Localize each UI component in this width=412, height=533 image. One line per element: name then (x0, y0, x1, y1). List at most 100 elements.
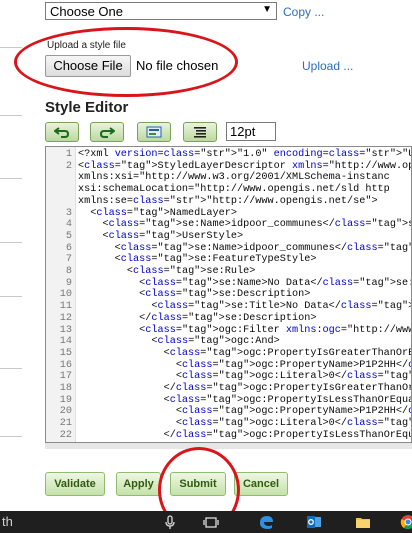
code-line[interactable]: 22 </class="tag">ogc:PropertyIsLessThanO… (46, 429, 412, 441)
code-line[interactable]: 14 <class="tag">ogc:And> (46, 336, 411, 348)
annotation-circle-upload (14, 27, 238, 97)
code-text: </class="tag">se:Description> (78, 312, 317, 324)
line-number: 11 (59, 301, 72, 313)
line-number: 9 (65, 277, 72, 289)
code-line[interactable]: 5 <class="tag">UserStyle> (46, 230, 411, 242)
code-line[interactable]: 11 <class="tag">se:Title>No Data</class=… (46, 301, 411, 313)
line-number: 4 (65, 219, 72, 231)
taskbar-search-text[interactable]: th (2, 514, 13, 529)
code-text: <class="tag">se:Name>idpoor_communes</cl… (78, 219, 411, 231)
editor-horizontal-scrollbar[interactable] (45, 443, 412, 449)
code-line[interactable]: 10 <class="tag">se:Description> (46, 289, 411, 301)
code-line[interactable]: 16 <class="tag">ogc:PropertyName>P1P2HH<… (46, 359, 411, 371)
gutter-divider (0, 47, 22, 48)
code-line[interactable]: 19 <class="tag">ogc:PropertyIsLessThanOr… (46, 394, 411, 406)
font-size-select[interactable]: 12pt ▼ (226, 122, 276, 156)
line-number: 10 (59, 289, 72, 301)
code-text: <class="tag">ogc:PropertyIsGreaterThanOr… (78, 347, 411, 359)
line-number: 6 (65, 242, 72, 254)
code-text: <class="tag">ogc:And> (78, 336, 280, 348)
code-text: <class="tag">se:Description> (78, 289, 311, 301)
upload-link[interactable]: Upload ... (302, 59, 353, 73)
font-size-value: 12pt (230, 124, 256, 139)
code-line[interactable]: 1 <?xml version=class="str">"1.0" encodin… (46, 149, 411, 160)
copy-link[interactable]: Copy ... (283, 5, 324, 19)
code-line[interactable]: 6 <class="tag">se:Name>idpoor_communes</… (46, 242, 411, 254)
code-text: <class="tag">se:Title>No Data</class="ta… (78, 301, 411, 313)
code-text: <?xml version=class="str">"1.0" encoding… (78, 149, 411, 160)
code-text: <class="tag">UserStyle> (78, 230, 244, 242)
code-line[interactable]: 4 <class="tag">se:Name>idpoor_communes</… (46, 219, 411, 231)
line-number: 18 (59, 383, 72, 394)
line-number: 15 (59, 347, 72, 359)
gutter-divider (0, 296, 22, 297)
code-line[interactable]: 17 <class="tag">ogc:Literal>0</class="ta… (46, 371, 411, 383)
code-editor[interactable]: 1 <?xml version=class="str">"1.0" encodin… (45, 146, 412, 443)
line-number: 5 (65, 230, 72, 242)
code-text: <class="tag">StyledLayerDescriptor xmlns… (78, 160, 411, 172)
code-line[interactable]: 2 <class="tag">StyledLayerDescriptor xmln… (46, 160, 411, 172)
code-text: <class="tag">se:Name>No Data</class="tag… (78, 277, 411, 289)
windows-taskbar: th (0, 511, 412, 533)
line-number: 3 (65, 207, 72, 219)
code-line[interactable]: 15 <class="tag">ogc:PropertyIsGreaterTha… (46, 347, 411, 359)
line-number: 14 (59, 336, 72, 348)
line-number: 20 (59, 406, 72, 418)
line-number: 7 (65, 254, 72, 266)
code-text: <class="tag">ogc:Filter xmlns:ogc="http:… (78, 324, 411, 336)
code-text: <class="tag">ogc:Literal>0</class="tag">… (78, 418, 411, 430)
line-number: 21 (59, 418, 72, 430)
reformat-icon (194, 127, 206, 138)
line-number: 16 (59, 359, 72, 371)
code-text: <class="tag">ogc:Literal>0</class="tag">… (78, 371, 411, 383)
task-view-icon[interactable] (203, 514, 219, 530)
microphone-icon[interactable] (162, 514, 178, 530)
style-select[interactable]: Choose One ▼ (45, 2, 277, 20)
line-number: 19 (59, 394, 72, 406)
code-line[interactable]: 7 <class="tag">se:FeatureTypeStyle> (46, 254, 411, 266)
apply-button[interactable]: Apply (116, 472, 161, 496)
redo-button[interactable] (90, 122, 124, 142)
code-line[interactable]: 12 </class="tag">se:Description> (46, 312, 411, 324)
line-number: 12 (59, 312, 72, 324)
code-text: <class="tag">NamedLayer> (78, 207, 237, 219)
chrome-icon[interactable] (400, 514, 412, 530)
cancel-button[interactable]: Cancel (234, 472, 288, 496)
chevron-down-icon: ▼ (262, 4, 272, 15)
validate-button[interactable]: Validate (45, 472, 105, 496)
code-text: xmlns:se=class="str">"http://www.opengis… (78, 195, 378, 207)
line-number: 13 (59, 324, 72, 336)
line-number: 8 (65, 266, 72, 277)
code-text: <class="tag">ogc:PropertyIsLessThanOrEqu… (78, 394, 411, 406)
gutter-divider (0, 115, 22, 116)
code-text: <class="tag">se:Name>idpoor_communes</cl… (78, 242, 411, 254)
code-line[interactable]: xmlns:xsi="http://www.w3.org/2001/XMLSch… (46, 172, 411, 183)
undo-icon (54, 127, 70, 138)
code-line[interactable]: 8 <class="tag">se:Rule> (46, 266, 411, 277)
code-line[interactable]: xmlns:se=class="str">"http://www.opengis… (46, 195, 411, 207)
code-line[interactable]: 3 <class="tag">NamedLayer> (46, 207, 411, 219)
undo-button[interactable] (45, 122, 79, 142)
code-line[interactable]: 18 </class="tag">ogc:PropertyIsGreaterTh… (46, 383, 411, 394)
code-text: </class="tag">ogc:PropertyIsLessThanOrEq… (78, 429, 412, 441)
file-explorer-icon[interactable] (355, 514, 371, 530)
code-text: <class="tag">ogc:PropertyName>P1P2HH</cl… (78, 359, 411, 371)
editor-title: Style Editor (45, 99, 129, 116)
search-replace-icon (146, 126, 162, 138)
edge-browser-icon[interactable] (258, 514, 274, 530)
code-line[interactable]: 13 <class="tag">ogc:Filter xmlns:ogc="ht… (46, 324, 411, 336)
outlook-icon[interactable] (306, 514, 322, 530)
line-number: 22 (59, 429, 72, 441)
code-line[interactable]: 21 <class="tag">ogc:Literal>0</class="ta… (46, 418, 411, 430)
reformat-button[interactable] (183, 122, 217, 142)
code-text: <class="tag">ogc:PropertyName>P1P2HH</cl… (78, 406, 411, 418)
code-line[interactable]: 20 <class="tag">ogc:PropertyName>P1P2HH<… (46, 406, 411, 418)
code-text: <class="tag">se:Rule> (78, 266, 256, 277)
search-replace-button[interactable] (137, 122, 171, 142)
line-number: 17 (59, 371, 72, 383)
code-line[interactable]: xsi:schemaLocation="http://www.opengis.n… (46, 184, 411, 195)
style-select-value: Choose One (50, 4, 123, 19)
code-text: </class="tag">ogc:PropertyIsGreaterThanO… (78, 383, 411, 394)
code-line[interactable]: 9 <class="tag">se:Name>No Data</class="t… (46, 277, 411, 289)
gutter-divider (0, 368, 22, 369)
